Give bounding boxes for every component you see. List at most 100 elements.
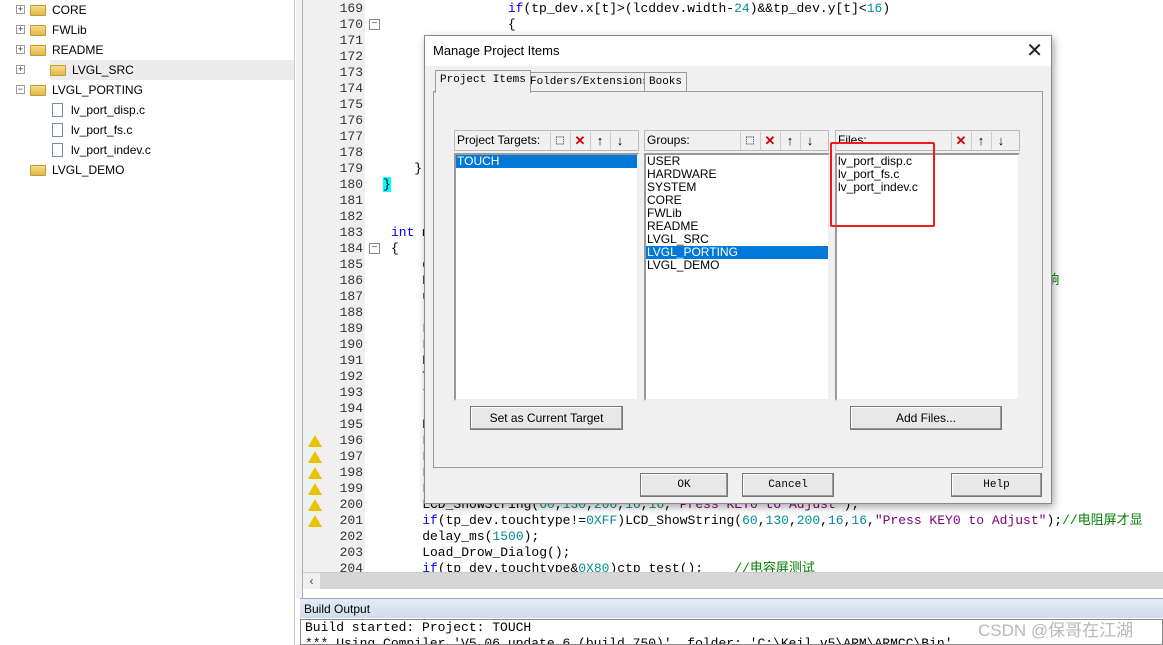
- file-icon: [52, 103, 63, 117]
- warning-icon[interactable]: [308, 483, 322, 495]
- delete-group-icon[interactable]: ✕: [760, 132, 779, 150]
- code-token: //电阻屏才显: [1062, 513, 1143, 528]
- manage-project-items-dialog: Manage Project Items ✕ Project Items Fol…: [424, 35, 1052, 504]
- move-down-icon[interactable]: ↓: [800, 132, 819, 150]
- file-icon: [52, 143, 63, 157]
- code-token: );: [523, 529, 540, 544]
- warning-icon[interactable]: [308, 467, 322, 479]
- code-token: 16: [827, 513, 844, 528]
- fold-toggle-icon[interactable]: −: [369, 19, 380, 30]
- line-number: 187: [339, 289, 363, 304]
- code-token: 60: [742, 513, 758, 528]
- line-number: 176: [339, 113, 363, 128]
- tab-books[interactable]: Books: [644, 72, 688, 92]
- project-tree: CORE + FWLib + README + LVGL_SRC + LVGL_PORTING −…: [0, 0, 295, 645]
- ok-button[interactable]: OK: [640, 473, 728, 497]
- fold-toggle-icon[interactable]: −: [369, 243, 380, 254]
- expand-icon[interactable]: +: [16, 25, 25, 34]
- groups-list[interactable]: USER HARDWARE SYSTEM CORE FWLib README LVGL_SR…: [644, 153, 830, 401]
- folder-icon: [30, 164, 46, 176]
- groups-label: Groups:: [647, 133, 690, 147]
- code-line[interactable]: }: [383, 177, 391, 193]
- code-token: 1500: [492, 529, 524, 544]
- tab-project-items[interactable]: Project Items: [435, 70, 531, 93]
- line-number: 191: [339, 353, 363, 368]
- line-number: 183: [339, 225, 363, 240]
- tab-folders-extensions[interactable]: Folders/Extensions: [525, 72, 654, 92]
- warning-icon[interactable]: [308, 435, 322, 447]
- warning-icon[interactable]: [308, 515, 322, 527]
- watermark: CSDN @保哥在江湖: [978, 621, 1134, 640]
- help-button[interactable]: Help: [951, 473, 1042, 497]
- line-number: 186: [339, 273, 363, 288]
- line-number: 172: [339, 49, 363, 64]
- delete-target-icon[interactable]: ✕: [570, 132, 589, 150]
- delete-file-icon[interactable]: ✕: [951, 132, 970, 150]
- set-as-current-target-button[interactable]: Set as Current Target: [470, 406, 623, 430]
- expand-icon[interactable]: +: [16, 45, 25, 54]
- folder-icon: [30, 24, 46, 36]
- tree-folder-item[interactable]: FWLib: [30, 20, 294, 40]
- pane-splitter[interactable]: [296, 0, 303, 598]
- move-up-icon[interactable]: ↑: [590, 132, 609, 150]
- code-line[interactable]: }: [383, 161, 422, 177]
- tree-item-label: CORE: [52, 3, 87, 17]
- add-files-button[interactable]: Add Files...: [850, 406, 1002, 430]
- code-line[interactable]: if(tp_dev.touchtype!=0XFF)LCD_ShowString…: [391, 513, 1143, 529]
- expand-icon[interactable]: +: [16, 65, 25, 74]
- line-number: 193: [339, 385, 363, 400]
- file-icon: [52, 123, 63, 137]
- tree-item-label: lv_port_fs.c: [71, 123, 133, 137]
- tree-folder-item[interactable]: LVGL_PORTING: [30, 80, 294, 100]
- line-number: 189: [339, 321, 363, 336]
- tree-item-label: README: [52, 43, 104, 57]
- code-token: if: [507, 1, 524, 16]
- line-number: 188: [339, 305, 363, 320]
- line-number: 192: [339, 369, 363, 384]
- code-token: 16: [851, 513, 867, 528]
- code-token: (tp_dev.touchtype!=: [437, 513, 587, 528]
- tree-file-item[interactable]: lv_port_indev.c: [52, 140, 294, 160]
- line-number: 174: [339, 81, 363, 96]
- code-line[interactable]: delay_ms(1500);: [391, 529, 539, 545]
- move-up-icon[interactable]: ↑: [971, 132, 990, 150]
- tree-folder-item[interactable]: README: [30, 40, 294, 60]
- code-token: ,: [788, 513, 797, 528]
- scroll-left-icon[interactable]: ‹: [303, 573, 320, 589]
- line-number: 180: [339, 177, 363, 192]
- tree-file-item[interactable]: lv_port_disp.c: [52, 100, 294, 120]
- code-token: )&&tp_dev.y[t]<: [749, 1, 867, 16]
- expand-icon[interactable]: +: [16, 5, 25, 14]
- code-line[interactable]: {: [383, 17, 516, 33]
- targets-list-item[interactable]: TOUCH: [456, 155, 637, 168]
- code-line[interactable]: Load_Drow_Dialog();: [391, 545, 570, 561]
- code-line[interactable]: {: [391, 241, 399, 257]
- move-down-icon[interactable]: ↓: [610, 132, 629, 150]
- tree-folder-item[interactable]: CORE: [30, 0, 294, 20]
- tree-folder-item[interactable]: LVGL_DEMO: [30, 160, 294, 180]
- code-line[interactable]: if(tp_dev.x[t]>(lcddev.width-24)&&tp_dev…: [383, 1, 890, 17]
- warning-icon[interactable]: [308, 499, 322, 511]
- build-output-title: Build Output: [300, 598, 1163, 618]
- tree-item-label: FWLib: [52, 23, 87, 37]
- move-up-icon[interactable]: ↑: [780, 132, 799, 150]
- new-target-icon[interactable]: ⬚: [550, 132, 569, 150]
- red-highlight-annotation: [830, 142, 935, 227]
- project-targets-label: Project Targets:: [457, 133, 541, 147]
- code-token: ): [882, 1, 891, 16]
- warning-icon[interactable]: [308, 451, 322, 463]
- tree-file-item[interactable]: lv_port_fs.c: [52, 120, 294, 140]
- groups-list-item[interactable]: LVGL_DEMO: [646, 259, 828, 272]
- code-token: (tp_dev.x[t]>(lcddev.width-: [523, 1, 735, 16]
- line-number: 169: [339, 1, 363, 16]
- new-group-icon[interactable]: ⬚: [740, 132, 759, 150]
- collapse-icon[interactable]: −: [16, 85, 25, 94]
- horizontal-scrollbar[interactable]: ‹: [303, 572, 1163, 589]
- project-targets-list[interactable]: TOUCH: [454, 153, 639, 401]
- close-icon[interactable]: ✕: [1026, 39, 1043, 63]
- code-token: }: [383, 177, 391, 192]
- move-down-icon[interactable]: ↓: [991, 132, 1010, 150]
- tree-folder-item[interactable]: LVGL_SRC: [50, 60, 294, 80]
- cancel-button[interactable]: Cancel: [742, 473, 834, 497]
